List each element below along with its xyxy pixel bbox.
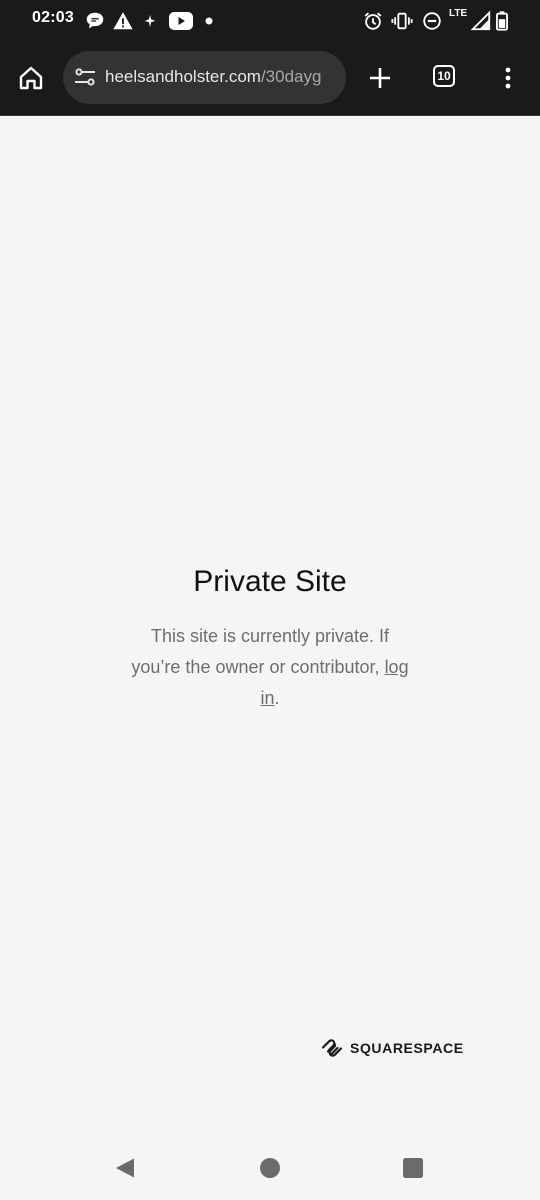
signal-icon bbox=[470, 10, 492, 32]
tune-icon[interactable] bbox=[74, 66, 96, 88]
tab-count: 10 bbox=[437, 69, 451, 83]
web-page: Private Site This site is currently priv… bbox=[0, 116, 540, 1140]
message-end: . bbox=[274, 688, 280, 708]
address-bar[interactable]: heelsandholster.com/30dayg bbox=[63, 51, 346, 104]
more-vert-icon bbox=[504, 66, 512, 90]
home-nav-button[interactable] bbox=[258, 1158, 282, 1182]
alarm-icon bbox=[362, 10, 384, 32]
home-button[interactable] bbox=[11, 58, 51, 98]
chat-bubble-icon bbox=[84, 10, 106, 32]
status-time: 02:03 bbox=[32, 9, 74, 26]
back-button[interactable] bbox=[113, 1158, 137, 1182]
recents-button[interactable] bbox=[401, 1158, 425, 1182]
page-title: Private Site bbox=[193, 565, 347, 598]
new-tab-button[interactable] bbox=[360, 58, 400, 98]
more-options-button[interactable] bbox=[488, 58, 528, 98]
plus-icon bbox=[367, 65, 393, 91]
private-message: This site is currently private. If you’r… bbox=[130, 621, 410, 714]
message-text: This site is currently private. If you’r… bbox=[131, 626, 390, 677]
back-icon bbox=[114, 1157, 136, 1183]
do-not-disturb-icon bbox=[421, 10, 443, 32]
warning-icon bbox=[112, 10, 134, 32]
youtube-icon bbox=[168, 10, 194, 32]
browser-toolbar: heelsandholster.com/30dayg bbox=[0, 40, 540, 116]
url-path: /30dayg bbox=[260, 67, 322, 86]
notification-dot-icon bbox=[204, 16, 214, 26]
home-icon bbox=[17, 64, 45, 92]
vibrate-icon bbox=[391, 10, 413, 32]
sparkle-icon bbox=[142, 13, 158, 29]
system-nav-bar bbox=[0, 1140, 540, 1200]
status-bar: 02:03 LTE bbox=[0, 0, 540, 40]
squarespace-brand: SQUARESPACE bbox=[350, 1040, 464, 1056]
squarespace-mark-icon bbox=[320, 1036, 344, 1060]
tab-switcher-icon[interactable]: 10 bbox=[433, 65, 455, 87]
recents-icon bbox=[402, 1157, 424, 1183]
url-domain: heelsandholster.com bbox=[105, 67, 261, 86]
url-text[interactable]: heelsandholster.com/30dayg bbox=[105, 66, 339, 88]
battery-icon bbox=[494, 10, 510, 32]
squarespace-logo[interactable]: SQUARESPACE bbox=[320, 1036, 464, 1060]
network-type: LTE bbox=[449, 8, 468, 19]
home-circle-icon bbox=[259, 1157, 281, 1183]
